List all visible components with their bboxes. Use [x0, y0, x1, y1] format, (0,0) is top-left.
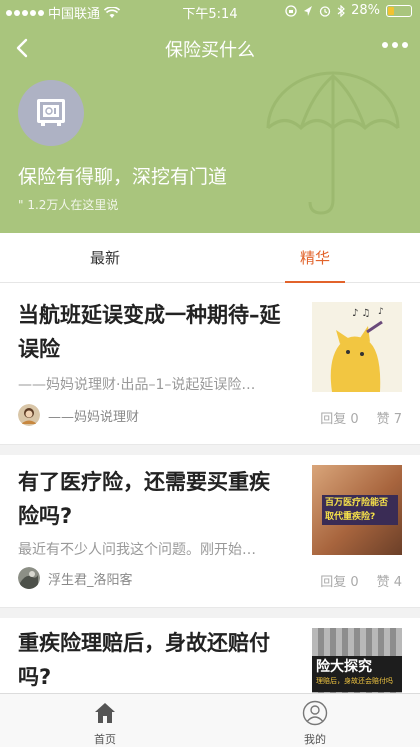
topic-avatar — [18, 80, 84, 146]
nav-profile-label: 我的 — [304, 733, 326, 746]
battery-percent: 28% — [351, 3, 380, 18]
author-name: 浮生君_洛阳客 — [48, 572, 133, 588]
thumbnail-caption: 百万医疗险能否取代重疾险? — [322, 495, 398, 525]
topic-member-count: " 1.2万人在这里说 — [18, 198, 119, 212]
article-title[interactable]: 当航班延误变成一种期待–延误险 — [18, 298, 288, 366]
tab-featured-label: 精华 — [299, 249, 330, 267]
nav-home-label: 首页 — [94, 733, 116, 746]
author-row[interactable]: 浮生君_洛阳客 — [18, 567, 133, 589]
svg-text:♪: ♪ — [378, 307, 384, 317]
tab-bar: 最新 精华 — [0, 233, 420, 283]
bottom-navigation: 首页 我的 — [0, 693, 420, 747]
active-tab-indicator — [285, 281, 345, 283]
status-right: 28% — [285, 3, 412, 18]
like-count: 赞 7 — [376, 412, 402, 427]
article-thumbnail: ♪ ♫ ♪ — [312, 302, 402, 392]
alarm-icon — [319, 5, 331, 17]
thumbnail-caption: 险大探究 — [316, 659, 372, 675]
author-avatar — [18, 567, 40, 589]
location-icon — [304, 5, 313, 16]
more-options-icon[interactable] — [382, 42, 408, 48]
article-title[interactable]: 有了医疗险，还需要买重疾险吗? — [18, 465, 288, 533]
bluetooth-icon — [337, 4, 345, 17]
tab-latest[interactable]: 最新 — [0, 233, 210, 283]
battery-level — [388, 6, 394, 15]
author-name: ——妈妈说理财 — [48, 409, 140, 425]
like-count: 赞 4 — [376, 575, 402, 590]
nav-profile[interactable]: 我的 — [210, 694, 420, 747]
battery-icon — [386, 4, 412, 17]
article-snippet: ——妈妈说理财·出品–1–说起延误险… — [18, 377, 256, 393]
article-title[interactable]: 重疾险理赔后，身故还赔付吗? — [18, 626, 288, 694]
safe-icon — [37, 99, 65, 126]
tab-latest-label: 最新 — [89, 249, 120, 267]
reply-count: 回复 0 — [320, 412, 359, 427]
topic-header: 中国联通 下午5:14 28% 保险买什么 保险有得聊，深挖有门道 " 1.2万… — [0, 0, 420, 233]
section-divider — [0, 608, 420, 618]
nav-home[interactable]: 首页 — [0, 694, 210, 747]
svg-text:♪ ♫: ♪ ♫ — [352, 308, 371, 319]
article-card[interactable]: 重疾险理赔后，身故还赔付吗? 险大探究 理赔后，身故还会赔付吗 — [0, 618, 420, 698]
article-snippet: 最近有不少人问我这个问题。刚开始… — [18, 542, 256, 558]
article-stats: 回复 0 赞 4 — [320, 571, 402, 590]
profile-icon — [302, 700, 328, 726]
article-thumbnail: 百万医疗险能否取代重疾险? — [312, 465, 402, 555]
page-title: 保险买什么 — [165, 40, 255, 61]
article-thumbnail: 险大探究 理赔后，身故还会赔付吗 — [312, 628, 402, 698]
navigation-bar: 保险买什么 — [0, 28, 420, 68]
tab-featured[interactable]: 精华 — [210, 233, 420, 283]
author-row[interactable]: ——妈妈说理财 — [18, 404, 139, 426]
thumbnail-subcaption: 理赔后，身故还会赔付吗 — [316, 677, 393, 685]
status-bar: 中国联通 下午5:14 28% — [0, 0, 420, 22]
article-card[interactable]: 当航班延误变成一种期待–延误险 ——妈妈说理财·出品–1–说起延误险… ——妈妈… — [0, 284, 420, 445]
topic-title: 保险有得聊，深挖有门道 — [18, 166, 228, 188]
umbrella-icon — [266, 71, 400, 215]
section-divider — [0, 445, 420, 455]
home-icon — [95, 703, 115, 723]
author-avatar — [18, 404, 40, 426]
article-stats: 回复 0 赞 7 — [320, 408, 402, 427]
article-card[interactable]: 有了医疗险，还需要买重疾险吗? 最近有不少人问我这个问题。刚开始… 浮生君_洛阳… — [0, 455, 420, 608]
rotation-lock-icon — [285, 4, 297, 17]
reply-count: 回复 0 — [320, 575, 359, 590]
